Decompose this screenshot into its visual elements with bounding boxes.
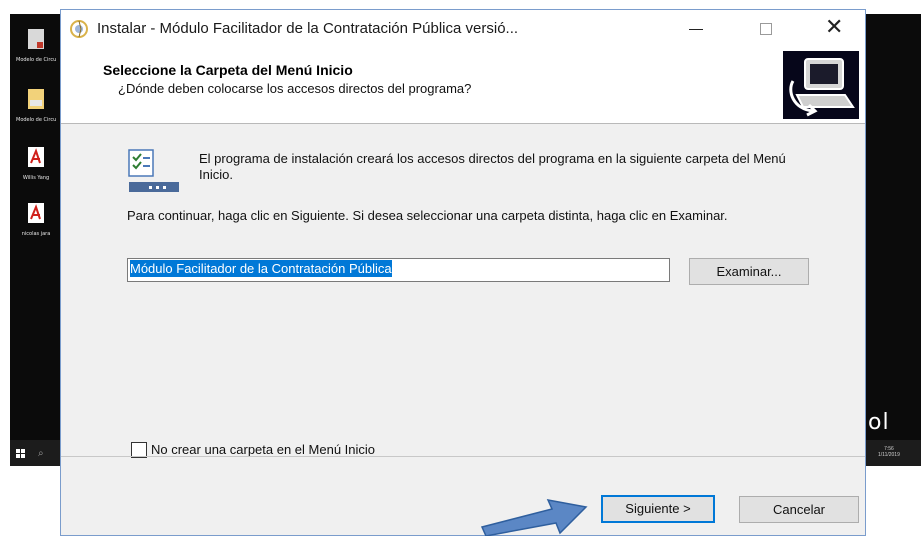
page-title: Seleccione la Carpeta del Menú Inicio (103, 62, 353, 78)
window-title: Instalar - Módulo Facilitador de la Cont… (97, 20, 519, 37)
wizard-body: El programa de instalación creará los ac… (61, 124, 865, 458)
wallpaper-brand-text: ol (868, 410, 890, 435)
intro-text: El programa de instalación creará los ac… (199, 151, 786, 182)
minimize-button[interactable] (673, 10, 719, 48)
page-subtitle: ¿Dónde deben colocarse los accesos direc… (118, 81, 472, 96)
maximize-icon (760, 23, 772, 35)
desktop-item-label: Modelo de Circular_presu (16, 117, 56, 123)
desktop-item-modelo-2[interactable]: Modelo de Circular_presu (16, 88, 56, 123)
no-folder-label[interactable]: No crear una carpeta en el Menú Inicio (151, 442, 375, 457)
pdf-icon (28, 203, 44, 223)
minimize-icon (689, 29, 703, 30)
folder-input-value: Módulo Facilitador de la Contratación Pú… (130, 260, 392, 277)
browse-button[interactable]: Examinar... (689, 258, 809, 285)
annotation-arrow-icon (480, 499, 588, 536)
installer-app-icon (70, 20, 88, 38)
start-menu-folder-icon (128, 149, 179, 192)
pdf-icon (28, 147, 44, 167)
close-icon: ✕ (825, 15, 844, 40)
wizard-header: Seleccione la Carpeta del Menú Inicio ¿D… (61, 48, 865, 124)
desktop-item-willis[interactable]: Willis Yang (16, 146, 56, 181)
desktop-item-modelo-1[interactable]: Modelo de Circular_presu (16, 28, 56, 63)
instructions-text: Para continuar, haga clic en Siguiente. … (127, 208, 728, 223)
close-button[interactable]: ✕ (811, 10, 857, 48)
desktop-item-label: nicolas jara (21, 231, 51, 237)
title-bar[interactable]: Instalar - Módulo Facilitador de la Cont… (61, 10, 865, 48)
taskbar-right: 7:56 1/11/2019 (866, 440, 921, 466)
taskbar-clock[interactable]: 7:56 1/11/2019 (878, 446, 900, 458)
windows-start-icon[interactable] (16, 449, 25, 458)
desktop-item-nicolas[interactable]: nicolas jara (16, 202, 56, 237)
document-icon (28, 89, 44, 109)
taskbar-left: ⌕ (10, 440, 60, 466)
footer-divider (61, 456, 865, 457)
desktop-left: Modelo de Circular_presu Modelo de Circu… (10, 14, 60, 466)
desktop-right (866, 14, 921, 466)
start-menu-folder-input[interactable]: Módulo Facilitador de la Contratación Pú… (127, 258, 670, 282)
desktop-item-label: Modelo de Circular_presu (16, 57, 56, 63)
maximize-button[interactable] (742, 10, 788, 48)
search-icon[interactable]: ⌕ (38, 448, 44, 459)
next-button[interactable]: Siguiente > (601, 495, 715, 523)
desktop-item-label: Willis Yang (22, 175, 50, 181)
installer-dialog: Instalar - Módulo Facilitador de la Cont… (60, 9, 866, 536)
cancel-button[interactable]: Cancelar (739, 496, 859, 523)
clock-date: 1/11/2019 (878, 452, 900, 458)
document-icon (28, 29, 44, 49)
computer-setup-icon (783, 51, 859, 119)
